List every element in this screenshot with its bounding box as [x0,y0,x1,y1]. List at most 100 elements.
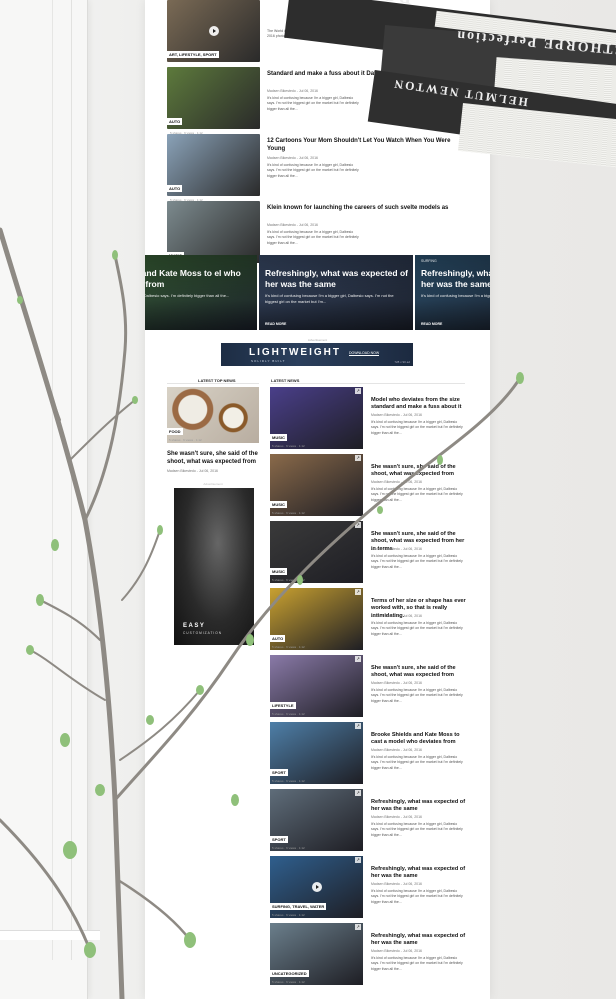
article-thumbnail[interactable]: ↗ SPORT 5 shares · 6 views · 1:12 [270,789,363,851]
book-stack: ROBERT LONGO MAPPLETHORPE Perfection HEL… [241,0,616,200]
article-title[interactable]: Refreshingly, what was expected of her w… [371,799,467,814]
article-thumbnail[interactable]: ↗ SURFING, TRAVEL, WATER 5 shares · 6 view… [270,856,363,918]
article-thumbnail[interactable]: ART, LIFESTYLE, SPORT [167,0,260,62]
article-thumbnail[interactable]: ↗ MUSIC 5 shares · 6 views · 1:12 [270,387,363,449]
article-thumbnail[interactable]: ↗ AUTO 5 shares · 6 views · 1:12 [270,588,363,650]
article-meta: Madsen Bikestedo - Jul 06, 2016 [371,480,422,484]
article-thumbnail[interactable]: ↗ MUSIC 5 shares · 6 views · 1:12 [270,521,363,583]
slide-title[interactable]: Shields and Kate Moss to el who deviates… [145,268,257,290]
category-badge[interactable]: UNCATEGORIZED [270,970,309,977]
sidebar-article-title[interactable]: She wasn't sure, she said of the shoot, … [167,451,259,467]
article-excerpt: It's kind of confusing because I'm a big… [371,621,463,636]
article-excerpt: It's kind of confusing because I'm a big… [371,487,463,502]
category-badge[interactable]: AUTO [167,118,183,125]
news-row: ↗ MUSIC 5 shares · 6 views · 1:12 She wasn'… [270,521,470,588]
category-badge[interactable]: SPORT [270,769,288,776]
article-thumbnail[interactable]: AUTO [167,67,260,129]
article-thumbnail[interactable]: MUSIC [167,201,260,263]
share-icon[interactable]: ↗ [355,656,361,662]
article-meta: Madsen Bikestedo - Jul 06, 2016 [371,413,422,417]
ad-title: EASY [183,622,206,629]
category-badge[interactable]: MUSIC [270,434,287,441]
article-meta: Madsen Bikestedo - Jul 06, 2016 [167,468,218,473]
share-icon[interactable]: ↗ [355,857,361,863]
news-row: ↗ SURFING, TRAVEL, WATER 5 shares · 6 view… [270,856,470,923]
post-stats: 5 shares · 6 views · 1:12 [272,444,305,448]
slider-card[interactable]: SPORTShields and Kate Moss to el who dev… [145,255,257,330]
post-stats: 5 shares · 6 views · 1:12 [272,712,305,716]
news-row: ↗ SPORT 5 shares · 6 views · 1:12 Brooke Sh… [270,722,470,789]
article-excerpt: It's kind of confusing because I'm a big… [371,688,463,703]
article-meta: Madsen Bikestedo - Jul 06, 2016 [371,614,422,618]
category-badge[interactable]: AUTO [270,635,286,642]
share-icon[interactable]: ↗ [355,522,361,528]
article-excerpt: It's kind of confusing because I'm a big… [371,420,463,435]
category-badge[interactable]: MUSIC [270,568,287,575]
share-icon[interactable]: ↗ [355,723,361,729]
category-badge[interactable]: MUSIC [270,501,287,508]
slide-category[interactable]: SURFING [421,259,437,263]
news-row: ↗ AUTO 5 shares · 6 views · 1:12 Terms of h… [270,588,470,655]
slide-title[interactable]: Refreshingly, what was expected of her w… [421,268,490,290]
post-stats: 5 shares · 6 views · 1:12 [272,913,305,917]
ad-download-button[interactable]: DOWNLOAD NOW [349,351,380,356]
article-thumbnail[interactable]: ↗ SPORT 5 shares · 6 views · 1:12 [270,722,363,784]
ad-label: Advertisement [203,481,223,486]
article-meta: Madsen Bikestedo - Jul 06, 2016 [371,547,422,551]
category-badge[interactable]: FOOD [167,428,183,435]
share-icon[interactable]: ↗ [355,455,361,461]
article-thumbnail[interactable]: ↗ UNCATEGORIZED 5 shares · 6 views · 1:12 [270,923,363,985]
sidebar-thumbnail[interactable]: FOOD 5 shares · 6 views · 1:12 [167,387,259,443]
sidebar-ad-portrait[interactable]: EASY CUSTOMIZATION [174,487,254,645]
article-meta: Madsen Bikestedo - Jul 06, 2016 [371,681,422,685]
article-title[interactable]: She wasn't sure, she said of the shoot, … [371,665,467,680]
category-badge[interactable]: LIFESTYLE [270,702,296,709]
article-excerpt: It's kind of confusing because I'm a big… [371,554,463,569]
featured-slider: SPORTShields and Kate Moss to el who dev… [145,255,490,330]
category-badge[interactable]: AUTO [167,185,183,192]
ad-label: Advertisement [307,338,328,342]
article-thumbnail[interactable]: AUTO [167,134,260,196]
read-more-link[interactable]: READ MORE [421,322,442,326]
article-excerpt: It's kind of confusing because I'm a big… [267,230,359,245]
latest-news-list: ↗ MUSIC 5 shares · 6 views · 1:12 Model who… [270,387,470,990]
slide-title[interactable]: Refreshingly, what was expected of her w… [265,268,413,290]
share-icon[interactable]: ↗ [355,589,361,595]
category-badge[interactable]: SPORT [270,836,288,843]
ad-size-label: 728 x 90 ad [394,360,410,364]
article-meta: Madsen Bikestedo - Jul 06, 2016 [371,815,422,819]
article-thumbnail[interactable]: ↗ LIFESTYLE 5 shares · 6 views · 1:12 [270,655,363,717]
divider [270,383,465,384]
article-meta: Madsen Bikestedo - Jul 06, 2016 [371,748,422,752]
slide-excerpt: se I'm a bigger girl, Dalbesio says. I'm… [145,293,230,298]
article-excerpt: It's kind of confusing because I'm a big… [371,956,463,971]
slider-card[interactable]: Refreshingly, what was expected of her w… [259,255,413,330]
post-stats: 5 shares · 6 views · 1:12 [272,511,305,515]
news-row: ↗ MUSIC 5 shares · 6 views · 1:12 Model who… [270,387,470,454]
share-icon[interactable]: ↗ [355,790,361,796]
category-badge[interactable]: ART, LIFESTYLE, SPORT [167,51,219,58]
share-icon[interactable]: ↗ [355,924,361,930]
news-row: ↗ SPORT 5 shares · 6 views · 1:12 Refreshin… [270,789,470,856]
article-excerpt: It's kind of confusing because I'm a big… [371,889,463,904]
article-excerpt: It's kind of confusing because I'm a big… [371,822,463,837]
article-meta: Madsen Bikestedo - Jul 06, 2016 [371,882,422,886]
share-icon[interactable]: ↗ [355,388,361,394]
article-thumbnail[interactable]: ↗ MUSIC 5 shares · 6 views · 1:12 [270,454,363,516]
article-title[interactable]: Klein known for launching the careers of… [267,205,467,213]
ad-subtitle: CUSTOMIZATION [183,630,223,635]
news-row: ↗ UNCATEGORIZED 5 shares · 6 views · 1:12 R… [270,923,470,990]
ad-banner[interactable]: LIGHTWEIGHT SOLIDLY BUILT DOWNLOAD NOW 7… [221,343,413,366]
play-icon[interactable] [311,882,322,892]
slider-card[interactable]: SURFING Refreshingly, what was expected o… [415,255,490,330]
article-title[interactable]: Brooke Shields and Kate Moss to cast a m… [371,732,467,747]
post-stats: 5 shares · 6 views · 1:12 [169,438,202,442]
article-title[interactable]: Refreshingly, what was expected of her w… [371,866,467,881]
article-title[interactable]: Model who deviates from the size standar… [371,397,467,412]
article-title[interactable]: Refreshingly, what was expected of her w… [371,933,467,948]
article-title[interactable]: She wasn't sure, she said of the shoot, … [371,464,467,479]
article-meta: Madsen Bikestedo - Jul 06, 2016 [267,223,318,227]
play-icon[interactable] [208,26,219,36]
read-more-link[interactable]: READ MORE [265,322,286,326]
category-badge[interactable]: SURFING, TRAVEL, WATER [270,903,327,910]
